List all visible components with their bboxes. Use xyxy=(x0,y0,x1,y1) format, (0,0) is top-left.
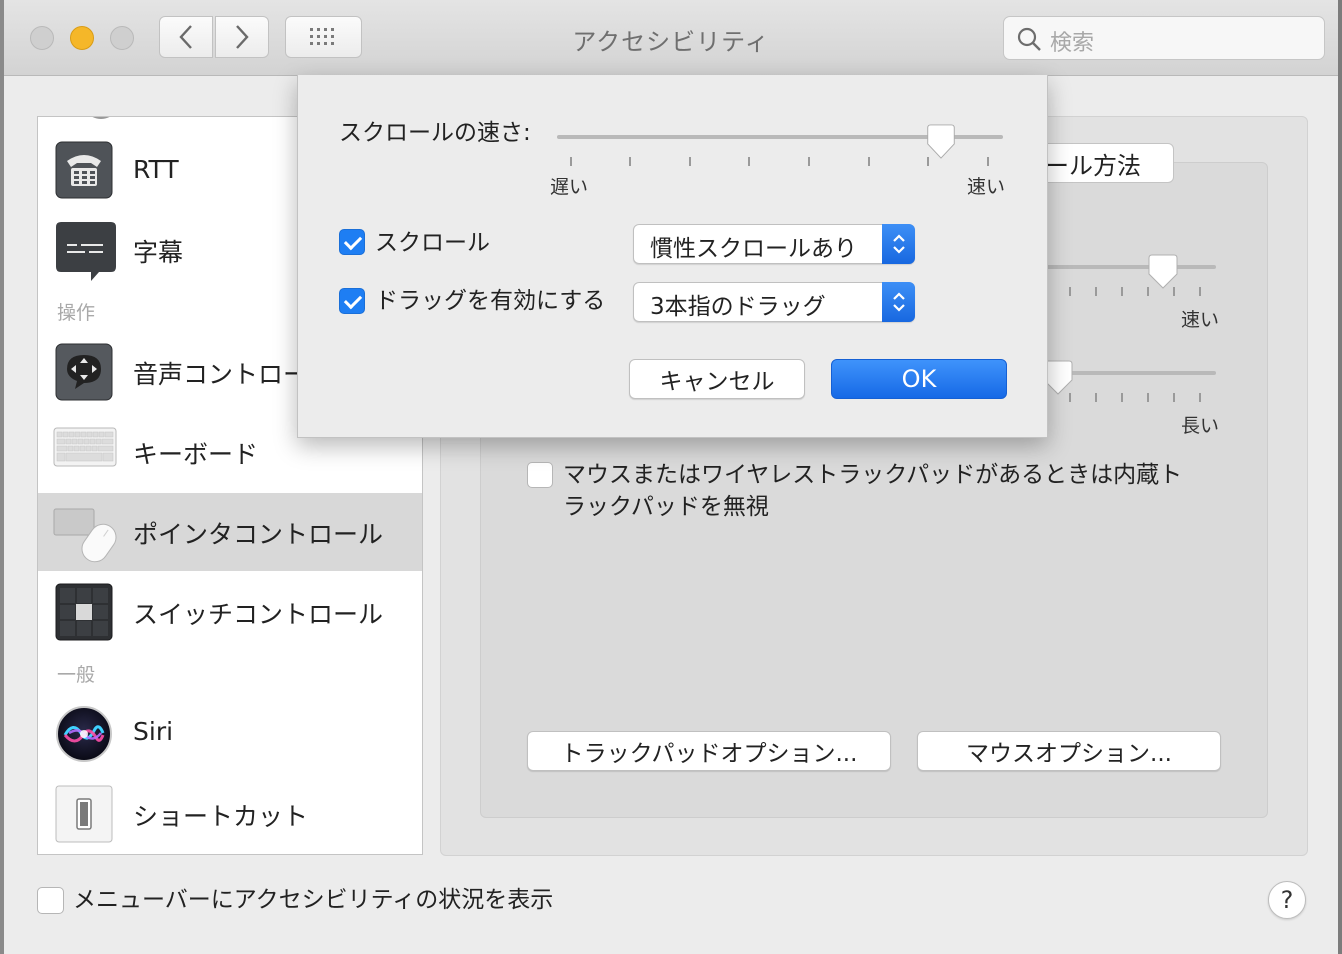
sidebar-item-switch-control[interactable]: スイッチコントロール xyxy=(38,573,422,651)
ignore-trackpad-label-line2: ラックパッドを無視 xyxy=(563,494,769,520)
sidebar-item-pointer-control[interactable]: ポインタコントロール xyxy=(38,493,422,571)
drag-checkbox-label: ドラッグを有効にする xyxy=(375,288,606,314)
sidebar-item-shortcut[interactable]: ショートカット xyxy=(38,775,422,853)
ignore-trackpad-checkbox[interactable] xyxy=(527,462,553,488)
window-edge-right xyxy=(1338,0,1342,954)
popup-arrows-icon xyxy=(882,282,915,322)
popup-value: 3本指のドラッグ xyxy=(650,294,826,320)
slider-knob[interactable] xyxy=(925,124,957,160)
partial-icon xyxy=(92,117,110,119)
mouse-options-button[interactable]: マウスオプション... xyxy=(917,731,1221,771)
button-label: OK xyxy=(901,365,937,393)
slider-max-label: 速い xyxy=(1181,309,1220,331)
keyboard-icon xyxy=(53,427,117,485)
help-button[interactable]: ? xyxy=(1268,881,1306,919)
sidebar-item-label: スイッチコントロール xyxy=(133,600,384,629)
button-label: キャンセル xyxy=(659,369,775,395)
slider-min-label: 遅い xyxy=(550,176,589,198)
pointer-control-icon xyxy=(53,505,119,565)
tab-label: ール方法 xyxy=(1045,151,1141,180)
search-icon xyxy=(1017,27,1041,51)
siri-icon xyxy=(55,705,113,763)
scroll-checkbox-label: スクロール xyxy=(375,230,490,256)
captions-icon xyxy=(55,221,116,281)
ok-button[interactable]: OK xyxy=(831,359,1007,399)
window-edge-left xyxy=(0,0,4,954)
popup-value: 慣性スクロールあり xyxy=(650,236,857,262)
trackpad-options-button[interactable]: トラックパッドオプション... xyxy=(527,731,891,771)
slider-max-label: 長い xyxy=(1181,415,1220,437)
button-label: マウスオプション... xyxy=(966,741,1172,767)
sidebar-item-label: ショートカット xyxy=(133,802,309,831)
sidebar-item-siri[interactable]: Siri xyxy=(38,695,422,773)
search-field[interactable]: 検索 xyxy=(1003,16,1325,60)
sidebar-item-label: RTT xyxy=(133,155,179,184)
sidebar-item-label: ポインタコントロール xyxy=(133,520,384,549)
button-label: トラックパッドオプション... xyxy=(560,741,858,767)
slider-max-label: 速い xyxy=(967,176,1006,198)
slider-knob[interactable] xyxy=(1147,254,1179,290)
search-placeholder: 検索 xyxy=(1050,31,1095,56)
menubar-status-label: メニューバーにアクセシビリティの状況を表示 xyxy=(73,887,554,913)
drag-style-popup[interactable]: 3本指のドラッグ xyxy=(633,282,915,322)
slider-track xyxy=(1040,265,1216,269)
voice-control-icon xyxy=(55,343,113,401)
help-icon: ? xyxy=(1280,886,1294,914)
shortcut-icon xyxy=(55,785,113,843)
telephone-icon xyxy=(55,141,113,199)
tab-scroll-method[interactable]: ール方法 xyxy=(1030,143,1174,183)
preferences-window: アクセシビリティ 検索 RTT 字幕 操作 音声コントロール キーボード ポイン… xyxy=(0,0,1342,954)
scroll-checkbox[interactable] xyxy=(339,229,365,255)
scroll-speed-label: スクロールの速さ: xyxy=(339,120,531,146)
sidebar-item-label: Siri xyxy=(133,717,174,746)
title-bar: アクセシビリティ 検索 xyxy=(0,0,1342,76)
ignore-trackpad-label-line1: マウスまたはワイヤレストラックパッドがあるときは内蔵ト xyxy=(563,462,1183,488)
drag-checkbox[interactable] xyxy=(339,288,365,314)
sidebar-item-label: 字幕 xyxy=(133,238,184,267)
section-header-operation: 操作 xyxy=(57,302,96,324)
popup-arrows-icon xyxy=(882,224,915,264)
cancel-button[interactable]: キャンセル xyxy=(629,359,805,399)
sidebar-item-label: キーボード xyxy=(133,440,259,469)
section-header-general: 一般 xyxy=(57,664,96,686)
scroll-inertia-popup[interactable]: 慣性スクロールあり xyxy=(633,224,915,264)
menubar-status-checkbox[interactable] xyxy=(37,887,64,914)
switch-control-icon xyxy=(55,583,113,641)
